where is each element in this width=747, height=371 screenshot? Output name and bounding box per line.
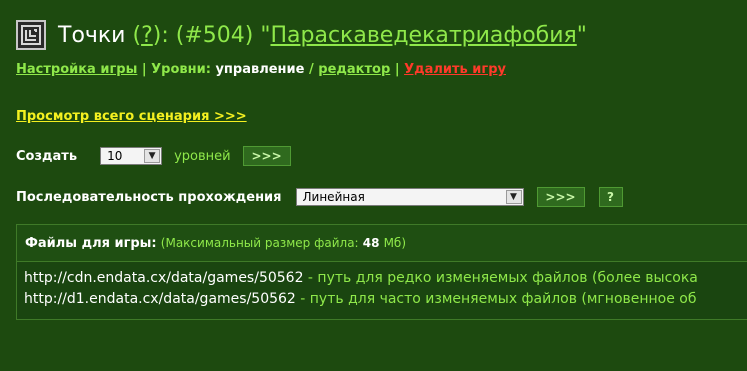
game-icon (16, 20, 46, 50)
quote-open: " (260, 22, 271, 48)
sequence-select[interactable]: Линейная ▼ (295, 188, 524, 206)
chevron-down-icon: ▼ (505, 190, 522, 204)
create-levels-button[interactable]: >>> (242, 146, 291, 166)
sequence-help-button[interactable]: ? (598, 187, 623, 207)
file-path-url: http://cdn.endata.cx/data/games/50562 (24, 270, 304, 286)
settings-link[interactable]: Настройка игры (16, 62, 137, 77)
menu-slash: / (309, 62, 314, 77)
game-files-panel: Файлы для игры: (Максимальный размер фай… (16, 224, 747, 320)
menu-separator: | (141, 62, 147, 77)
levels-label: Уровни: (151, 62, 211, 77)
sequence-row: Последовательность прохождения Линейная … (16, 187, 623, 207)
create-label: Создать (16, 148, 78, 164)
help-link[interactable]: ? (141, 23, 153, 48)
level-count-select[interactable]: 10 ▼ (100, 147, 163, 165)
file-path-line: http://d1.endata.cx/data/games/50562 - п… (24, 289, 747, 310)
quote-close: " (576, 22, 587, 48)
game-name-link[interactable]: Параскаведекатриафобия (270, 23, 576, 48)
files-header: Файлы для игры: (Максимальный размер фай… (17, 225, 747, 262)
delete-game-link[interactable]: Удалить игру (404, 62, 506, 77)
level-count-value: 10 (107, 149, 123, 163)
files-paths: http://cdn.endata.cx/data/games/50562 - … (17, 262, 747, 310)
sequence-label: Последовательность прохождения (16, 189, 282, 205)
title-close-paren: ): (152, 22, 169, 48)
chevron-down-icon: ▼ (144, 149, 161, 163)
page-title: Точки (?): (#504) " Параскаведекатриафоби… (16, 18, 587, 52)
sequence-apply-button[interactable]: >>> (536, 187, 585, 207)
title-prefix: Точки (58, 22, 126, 48)
max-size-unit: Мб) (383, 236, 407, 250)
max-size-value: 48 (362, 236, 380, 250)
file-path-desc: - путь для часто изменяемых файлов (мгно… (295, 291, 697, 307)
levels-editor-link[interactable]: редактор (318, 62, 390, 77)
menu-separator: | (394, 62, 400, 77)
file-path-line: http://cdn.endata.cx/data/games/50562 - … (24, 268, 747, 289)
game-number: (#504) (175, 22, 254, 48)
max-size-label: (Максимальный размер файла: (160, 236, 359, 250)
view-scenario-link[interactable]: Просмотр всего сценария >>> (16, 109, 247, 124)
file-path-url: http://d1.endata.cx/data/games/50562 (24, 291, 296, 307)
levels-suffix: уровней (174, 148, 231, 164)
sequence-value: Линейная (302, 190, 365, 204)
create-levels-row: Создать 10 ▼ уровней >>> (16, 146, 291, 166)
levels-manage-text: управление (215, 62, 305, 77)
game-menu: Настройка игры | Уровни: управление / ре… (16, 62, 506, 77)
file-path-desc: - путь для редко изменяемых файлов (боле… (303, 270, 698, 286)
title-open-paren: ( (132, 22, 142, 48)
files-title: Файлы для игры: (25, 235, 157, 251)
